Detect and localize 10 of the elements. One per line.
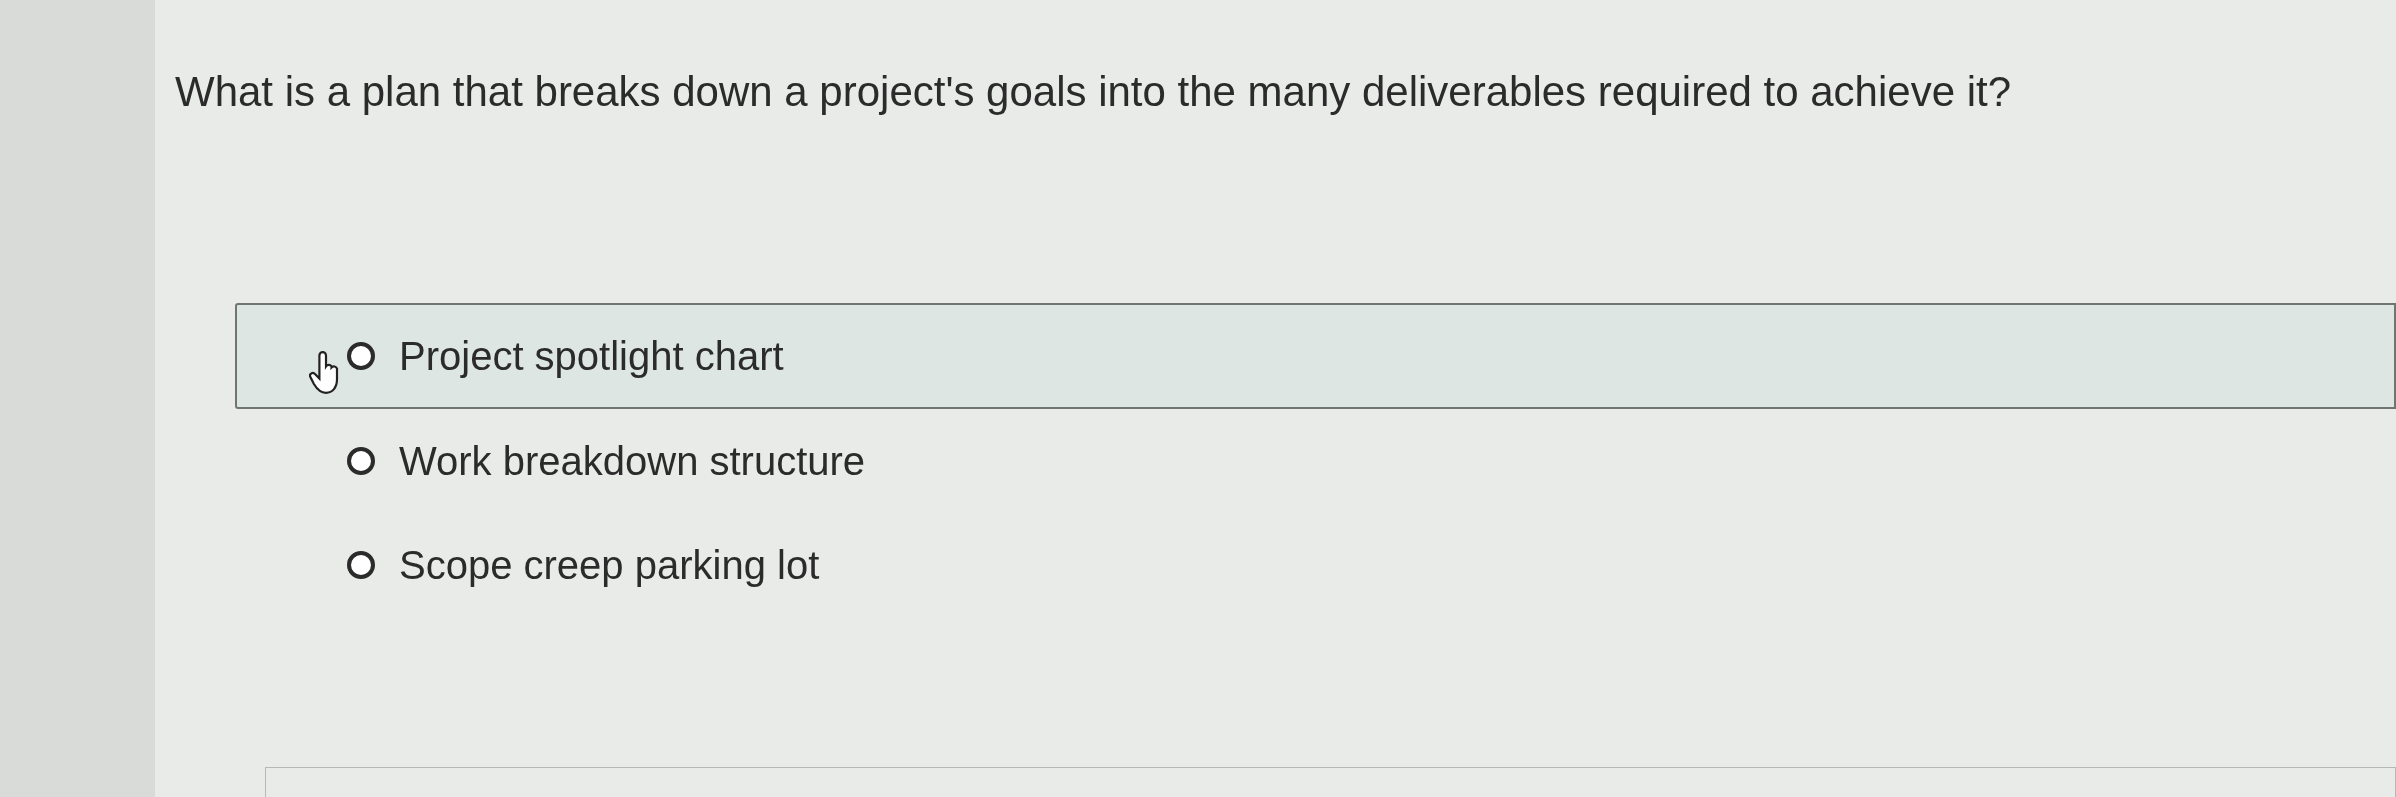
option-label: Scope creep parking lot bbox=[399, 542, 820, 589]
question-text: What is a plan that breaks down a project's goals into the many deliverables required to achieve it? bbox=[175, 67, 2013, 117]
option-row[interactable]: Work breakdown structure bbox=[235, 409, 2396, 513]
option-label: Project spotlight chart bbox=[399, 333, 784, 380]
radio-button[interactable] bbox=[347, 447, 375, 475]
option-row-highlight[interactable]: Project spotlight chart bbox=[235, 303, 2396, 409]
option-label: Work breakdown structure bbox=[399, 438, 866, 485]
radio-button[interactable] bbox=[347, 342, 375, 370]
option-row[interactable]: Scope creep parking lot bbox=[235, 513, 2396, 617]
radio-button[interactable] bbox=[347, 551, 375, 579]
